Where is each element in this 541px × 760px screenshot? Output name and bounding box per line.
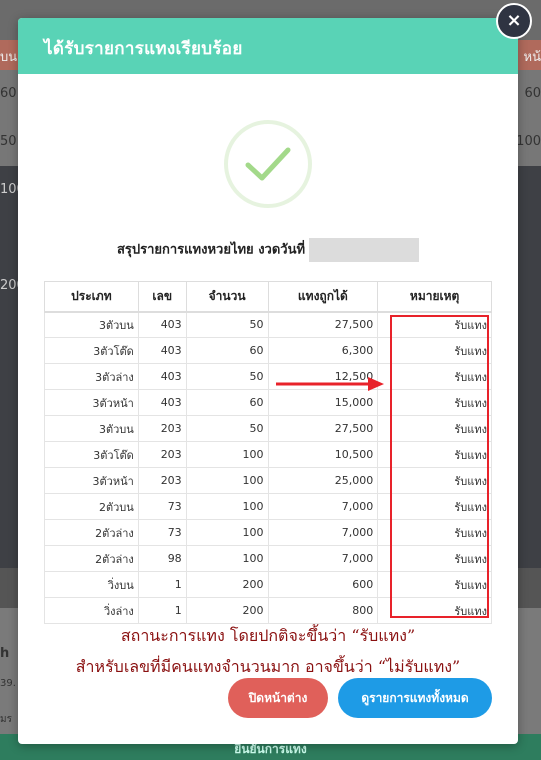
cell-number: 203 xyxy=(137,467,187,494)
cell-number: 98 xyxy=(137,545,187,572)
modal-title: ได้รับรายการแทงเรียบร้อย xyxy=(18,18,518,74)
bg-right-text: หน้ xyxy=(523,50,541,65)
cell-payout: 27,500 xyxy=(267,311,379,338)
cell-number: 203 xyxy=(137,415,187,442)
cell-amount: 50 xyxy=(185,415,269,442)
bg-right-text: 60 xyxy=(524,86,541,101)
bg-left-text: 60 xyxy=(0,86,17,101)
cell-payout: 600 xyxy=(267,571,379,598)
column-header-number: เลข xyxy=(137,281,187,313)
cell-number: 1 xyxy=(137,597,187,624)
bg-right-text: 100 xyxy=(516,134,541,149)
close-icon[interactable]: × xyxy=(496,3,532,39)
cell-number: 403 xyxy=(137,363,187,390)
cell-type: วิ่งบน xyxy=(44,571,139,598)
cell-type: 3ตัวบน xyxy=(44,311,139,338)
success-check-icon xyxy=(224,120,312,208)
cell-amount: 100 xyxy=(185,519,269,546)
bg-left-text: 39. xyxy=(0,678,16,689)
cell-amount: 200 xyxy=(185,571,269,598)
cell-number: 73 xyxy=(137,493,187,520)
summary-label: สรุปรายการแทงหวยไทย งวดวันที่ xyxy=(116,242,306,258)
cell-payout: 800 xyxy=(267,597,379,624)
cell-payout: 27,500 xyxy=(267,415,379,442)
cell-payout: 7,000 xyxy=(267,519,379,546)
cell-payout: 10,500 xyxy=(267,441,379,468)
cell-type: 3ตัวโต๊ด xyxy=(44,337,139,364)
cell-amount: 200 xyxy=(185,597,269,624)
annotation-status-rejected: สำหรับเลขที่มีคนแทงจำนวนมาก อาจขึ้นว่า “… xyxy=(75,657,461,676)
column-header-amount: จำนวน xyxy=(185,281,269,313)
redacted-date xyxy=(309,238,420,262)
cell-amount: 100 xyxy=(185,441,269,468)
cell-type: 2ตัวบน xyxy=(44,493,139,520)
cell-amount: 60 xyxy=(185,337,269,364)
cell-number: 203 xyxy=(137,441,187,468)
cell-number: 403 xyxy=(137,311,187,338)
table-header-row: ประเภท เลข จำนวน แทงถูกได้ หมายเหตุ xyxy=(44,281,492,313)
annotation-status-normal: สถานะการแทง โดยปกติจะขึ้นว่า “รับแทง” xyxy=(120,626,416,645)
cell-payout: 15,000 xyxy=(267,389,379,416)
cell-number: 73 xyxy=(137,519,187,546)
cell-payout: 6,300 xyxy=(267,337,379,364)
cell-amount: 60 xyxy=(185,389,269,416)
column-header-payout: แทงถูกได้ xyxy=(267,281,379,313)
cell-type: 3ตัวโต๊ด xyxy=(44,441,139,468)
bg-left-text: บน xyxy=(0,50,18,65)
bg-left-text: h xyxy=(0,646,10,661)
cell-type: วิ่งล่าง xyxy=(44,597,139,624)
cell-payout: 25,000 xyxy=(267,467,379,494)
column-header-type: ประเภท xyxy=(44,281,139,313)
summary-line: สรุปรายการแทงหวยไทย งวดวันที่ xyxy=(18,238,518,262)
cell-number: 1 xyxy=(137,571,187,598)
cell-type: 3ตัวล่าง xyxy=(44,363,139,390)
cell-type: 2ตัวล่าง xyxy=(44,519,139,546)
bet-confirmation-modal: ได้รับรายการแทงเรียบร้อย สรุปรายการแทงหว… xyxy=(18,18,518,744)
cell-amount: 50 xyxy=(185,363,269,390)
cell-number: 403 xyxy=(137,337,187,364)
cell-type: 3ตัวหน้า xyxy=(44,389,139,416)
cell-amount: 100 xyxy=(185,467,269,494)
cell-type: 3ตัวบน xyxy=(44,415,139,442)
bg-left-text: 50 xyxy=(0,134,17,149)
cell-payout: 7,000 xyxy=(267,545,379,572)
status-highlight-box xyxy=(390,315,489,618)
cell-amount: 100 xyxy=(185,493,269,520)
cell-type: 3ตัวหน้า xyxy=(44,467,139,494)
cell-type: 2ตัวล่าง xyxy=(44,545,139,572)
cell-amount: 50 xyxy=(185,311,269,338)
cell-number: 403 xyxy=(137,389,187,416)
highlight-arrow-icon xyxy=(276,377,384,391)
bg-left-text: มร xyxy=(0,714,12,725)
column-header-note: หมายเหตุ xyxy=(377,281,492,313)
close-window-button[interactable]: ปิดหน้าต่าง xyxy=(228,678,328,718)
cell-payout: 7,000 xyxy=(267,493,379,520)
view-all-bets-button[interactable]: ดูรายการแทงทั้งหมด xyxy=(338,678,492,718)
cell-amount: 100 xyxy=(185,545,269,572)
